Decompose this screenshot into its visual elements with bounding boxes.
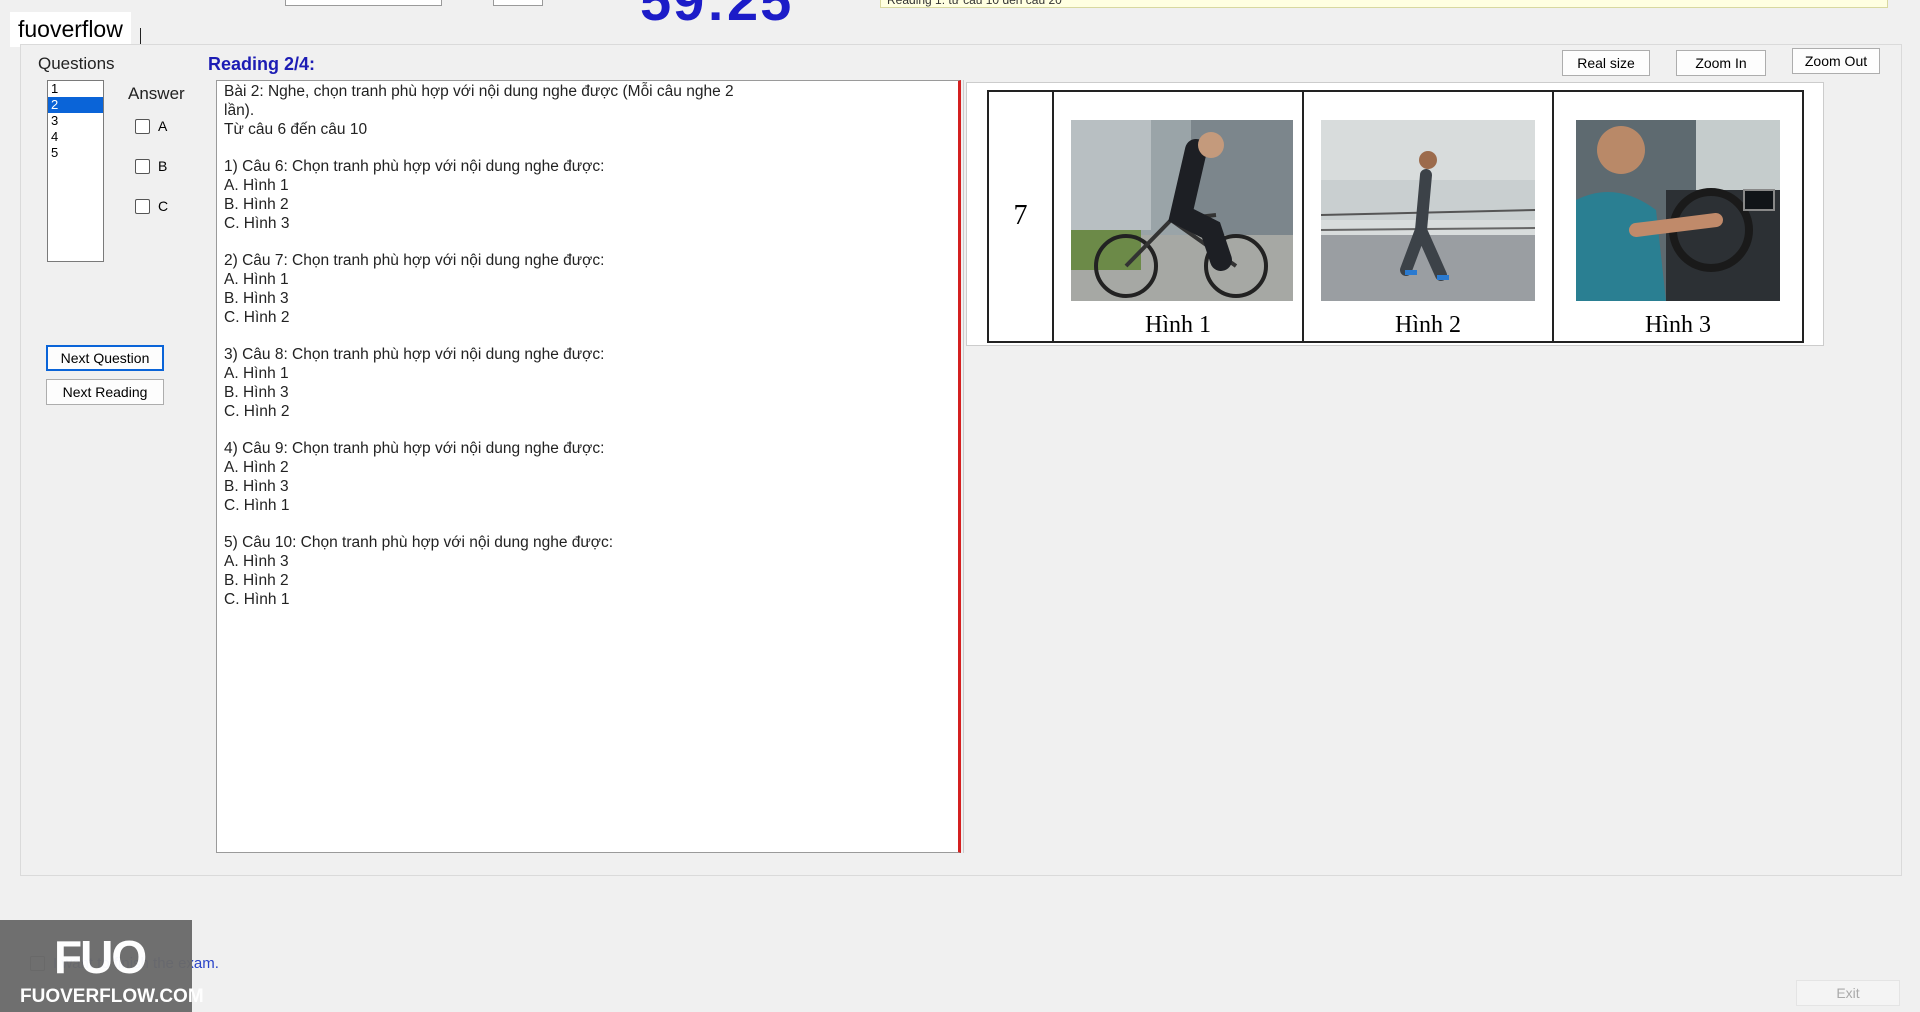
answer-a-label: A	[158, 118, 168, 134]
reading-line: C. Hình 1	[224, 496, 290, 514]
question-list-item[interactable]: 2	[48, 97, 103, 113]
logo-subtext: FUOVERFLOW.COM	[20, 986, 204, 1007]
reading-line: lần).	[224, 101, 255, 119]
answer-option-c[interactable]: C	[135, 198, 168, 214]
next-question-button[interactable]: Next Question	[46, 345, 164, 371]
logo-text: FUO	[54, 931, 147, 983]
reading-line: B. Hình 2	[224, 195, 289, 213]
reading-line: 1) Câu 6: Chọn tranh phù hợp với nội dun…	[224, 158, 605, 176]
answer-option-a[interactable]: A	[135, 118, 167, 134]
reading-line: A. Hình 3	[224, 553, 289, 570]
question-number-cell: 7	[989, 92, 1054, 341]
question-number: 7	[1013, 200, 1028, 231]
next-reading-button[interactable]: Next Reading	[46, 379, 164, 405]
exam-notice: Reading 1: từ câu 10 đến câu 20	[880, 0, 1888, 8]
question-list-item[interactable]: 1	[48, 81, 103, 97]
question-list[interactable]: 12345	[47, 80, 104, 262]
reading-line: C. Hình 3	[224, 214, 290, 232]
countdown-timer: 59:25	[640, 0, 794, 32]
zoom-out-button[interactable]: Zoom Out	[1792, 48, 1880, 74]
caption-1: Hình 1	[1145, 312, 1211, 338]
reading-text-area[interactable]: Bài 2: Nghe, chọn tranh phù hợp với nội …	[216, 80, 961, 853]
cyclist-photo	[1071, 120, 1293, 301]
font-size-field[interactable]	[493, 0, 543, 6]
walker-photo	[1321, 120, 1535, 301]
reading-title: Reading 2/4:	[208, 54, 316, 74]
reading-line: Bài 2: Nghe, chọn tranh phù hợp với nội …	[224, 83, 734, 100]
question-list-item[interactable]: 3	[48, 113, 103, 129]
answer-b-label: B	[158, 158, 168, 174]
zoom-in-button[interactable]: Zoom In	[1676, 50, 1766, 76]
reading-line: 5) Câu 10: Chọn tranh phù hợp với nội du…	[224, 534, 614, 552]
caption-2: Hình 2	[1395, 312, 1461, 338]
picture-cell-2: Hình 2	[1304, 92, 1554, 341]
reading-line: C. Hình 1	[224, 590, 290, 608]
reading-line: A. Hình 2	[224, 459, 289, 476]
answer-c-checkbox[interactable]	[135, 198, 150, 214]
answer-label: Answer	[128, 84, 185, 103]
reading-line: C. Hình 2	[224, 402, 290, 420]
reading-line: A. Hình 1	[224, 177, 289, 194]
picture-cell-3: Hình 3	[1554, 92, 1802, 341]
watermark-logo: FUO FUOVERFLOW.COM	[0, 920, 204, 1012]
picture-cell-1: Hình 1	[1054, 92, 1304, 341]
answer-option-b[interactable]: B	[135, 158, 167, 174]
question-list-item[interactable]: 4	[48, 129, 103, 145]
caption-3: Hình 3	[1645, 312, 1711, 338]
student-field	[285, 0, 442, 6]
reading-line: 3) Câu 8: Chọn tranh phù hợp với nội dun…	[224, 346, 605, 364]
reading-line: B. Hình 3	[224, 383, 289, 401]
reading-line: Từ câu 6 đến câu 10	[224, 120, 368, 138]
reading-line: B. Hình 2	[224, 571, 289, 589]
reading-line: A. Hình 1	[224, 271, 289, 288]
driver-photo	[1576, 120, 1780, 301]
reading-line: B. Hình 3	[224, 289, 289, 307]
reading-line: 4) Câu 9: Chọn tranh phù hợp với nội dun…	[224, 440, 605, 458]
reading-line: A. Hình 1	[224, 365, 289, 382]
question-list-item[interactable]: 5	[48, 145, 103, 161]
questions-label: Questions	[38, 54, 115, 73]
watermark-site-label: fuoverflow	[10, 12, 131, 47]
reading-line: C. Hình 2	[224, 308, 290, 326]
picture-table: 7 Hình 1 Hình 2 Hình 3	[987, 90, 1804, 343]
answer-a-checkbox[interactable]	[135, 118, 150, 134]
reading-line: B. Hình 3	[224, 477, 289, 495]
real-size-button[interactable]: Real size	[1562, 50, 1650, 76]
answer-c-label: C	[158, 198, 169, 214]
exit-button[interactable]: Exit	[1796, 980, 1900, 1006]
answer-b-checkbox[interactable]	[135, 158, 150, 174]
reading-line: 2) Câu 7: Chọn tranh phù hợp với nội dun…	[224, 252, 605, 270]
